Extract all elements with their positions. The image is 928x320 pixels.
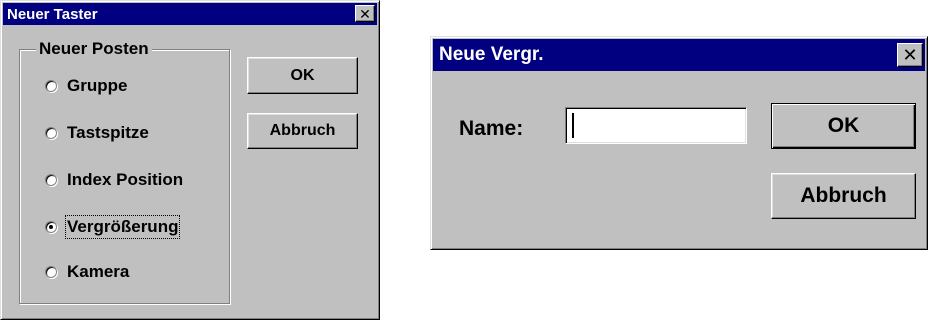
- radio-option-index-position[interactable]: Index Position: [45, 167, 183, 193]
- radio-label-index-position: Index Position: [67, 170, 184, 189]
- new-magnification-dialog: Neue Vergr. ✕ Name: OK Abbruch: [430, 36, 928, 250]
- new-probe-titlebar[interactable]: Neuer Taster ✕: [3, 3, 377, 25]
- radio-icon[interactable]: [45, 266, 57, 278]
- new-probe-cancel-button[interactable]: Abbruch: [247, 113, 358, 149]
- text-caret: [572, 113, 574, 138]
- radio-label-tastspitze: Tastspitze: [67, 123, 149, 142]
- radio-selected-icon[interactable]: [45, 221, 57, 233]
- radio-icon[interactable]: [45, 127, 57, 139]
- radio-label-vergroesserung: Vergrößerung: [64, 215, 181, 239]
- new-probe-title: Neuer Taster: [7, 5, 98, 23]
- radio-icon[interactable]: [45, 80, 57, 92]
- radio-option-tastspitze[interactable]: Tastspitze: [45, 120, 149, 146]
- new-magnification-title: Neue Vergr.: [439, 44, 544, 65]
- new-magnification-close-button[interactable]: ✕: [897, 43, 923, 67]
- radio-label-gruppe: Gruppe: [67, 76, 128, 95]
- radio-option-kamera[interactable]: Kamera: [45, 259, 129, 285]
- radio-option-vergroesserung[interactable]: Vergrößerung: [45, 214, 181, 240]
- radio-label-kamera: Kamera: [67, 262, 130, 281]
- name-input[interactable]: [565, 107, 747, 144]
- new-item-group-legend: Neuer Posten: [36, 39, 152, 59]
- new-magnification-cancel-button[interactable]: Abbruch: [771, 173, 916, 219]
- close-icon: ✕: [359, 5, 371, 22]
- close-icon: ✕: [902, 45, 918, 65]
- new-probe-close-button[interactable]: ✕: [355, 5, 375, 22]
- radio-option-gruppe[interactable]: Gruppe: [45, 73, 127, 99]
- radio-icon[interactable]: [45, 174, 57, 186]
- name-label: Name:: [459, 117, 524, 140]
- new-magnification-ok-button[interactable]: OK: [771, 103, 916, 149]
- new-probe-dialog: Neuer Taster ✕ Neuer Posten Gruppe Tasts…: [0, 0, 380, 320]
- new-magnification-titlebar[interactable]: Neue Vergr. ✕: [433, 39, 925, 71]
- new-probe-ok-button[interactable]: OK: [247, 57, 358, 94]
